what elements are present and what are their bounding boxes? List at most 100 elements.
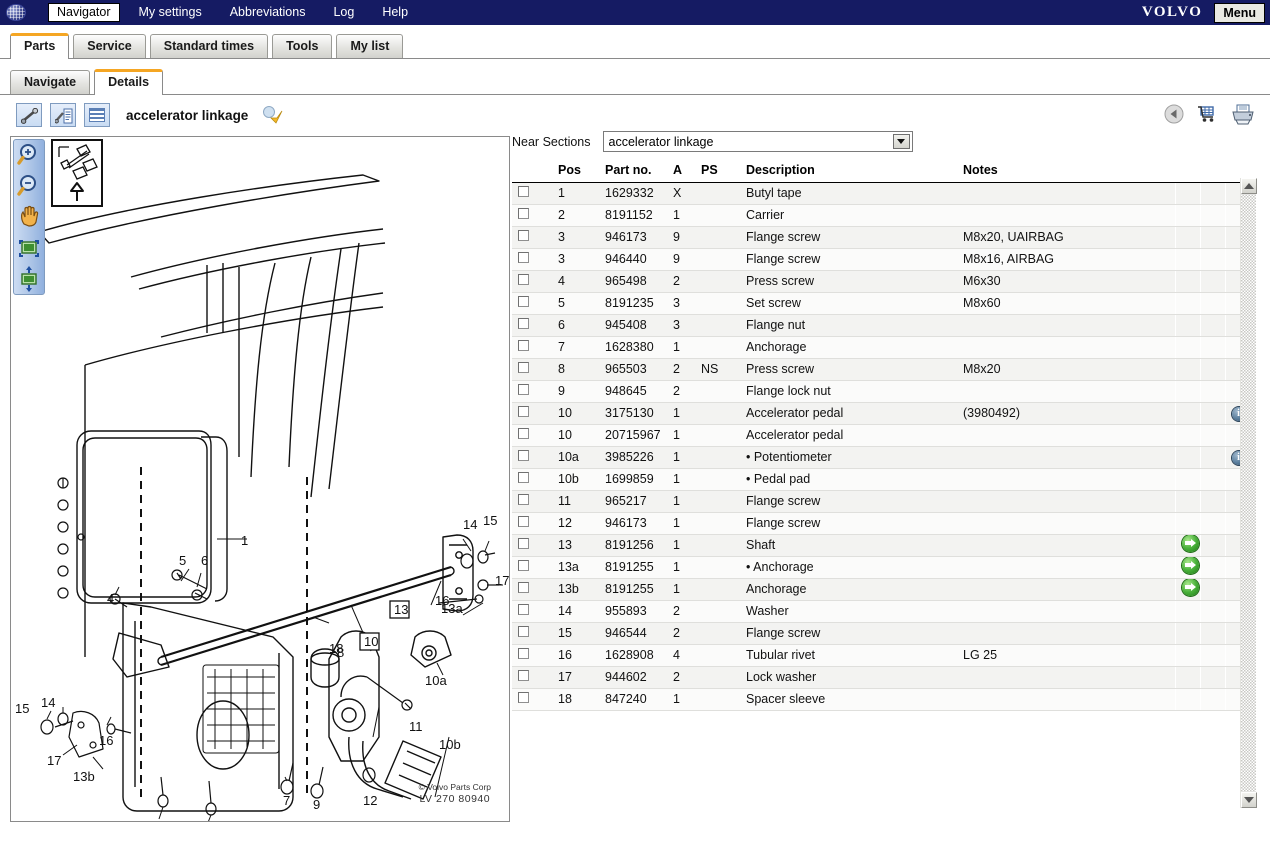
cell-part-no[interactable]: 8191255 bbox=[599, 556, 667, 579]
fit-page-icon[interactable] bbox=[14, 264, 44, 295]
row-checkbox[interactable] bbox=[518, 538, 529, 549]
th-ps[interactable]: PS bbox=[695, 160, 740, 183]
table-row[interactable]: 13b 8191255 1 Anchorage bbox=[512, 578, 1250, 601]
green-arrow-icon[interactable] bbox=[1181, 579, 1199, 596]
cell-part-no[interactable]: 1699859 bbox=[599, 468, 667, 491]
table-row[interactable]: 8 965503 2 NS Press screw M8x20 bbox=[512, 358, 1250, 381]
row-checkbox[interactable] bbox=[518, 626, 529, 637]
fit-width-icon[interactable] bbox=[14, 233, 44, 264]
th-part-no[interactable]: Part no. bbox=[599, 160, 667, 183]
row-checkbox-cell[interactable] bbox=[512, 402, 552, 425]
row-checkbox[interactable] bbox=[518, 582, 529, 593]
row-checkbox-cell[interactable] bbox=[512, 204, 552, 227]
cell-part-no[interactable]: 1628380 bbox=[599, 336, 667, 359]
row-checkbox-cell[interactable] bbox=[512, 622, 552, 645]
cell-part-no[interactable]: 8191255 bbox=[599, 578, 667, 601]
menu-item-navigator[interactable]: Navigator bbox=[48, 3, 120, 22]
row-checkbox[interactable] bbox=[518, 604, 529, 615]
pan-hand-icon[interactable] bbox=[14, 202, 44, 233]
row-checkbox-cell[interactable] bbox=[512, 380, 552, 403]
row-checkbox-cell[interactable] bbox=[512, 182, 552, 205]
table-row[interactable]: 9 948645 2 Flange lock nut bbox=[512, 380, 1250, 403]
cell-part-no[interactable]: 946173 bbox=[599, 226, 667, 249]
row-checkbox-cell[interactable] bbox=[512, 578, 552, 601]
row-checkbox[interactable] bbox=[518, 648, 529, 659]
cell-part-no[interactable]: 946173 bbox=[599, 512, 667, 535]
cell-part-no[interactable]: 8191235 bbox=[599, 292, 667, 315]
row-checkbox-cell[interactable] bbox=[512, 314, 552, 337]
green-arrow-icon[interactable] bbox=[1181, 557, 1199, 574]
row-checkbox[interactable] bbox=[518, 208, 529, 219]
row-checkbox[interactable] bbox=[518, 296, 529, 307]
green-arrow-icon[interactable] bbox=[1181, 535, 1199, 552]
cell-part-no[interactable]: 944602 bbox=[599, 666, 667, 689]
table-row[interactable]: 10 3175130 1 Accelerator pedal (3980492) i bbox=[512, 402, 1250, 425]
row-checkbox-cell[interactable] bbox=[512, 336, 552, 359]
scroll-down-icon[interactable] bbox=[1241, 792, 1257, 808]
cell-part-no[interactable]: 946440 bbox=[599, 248, 667, 271]
table-row[interactable]: 10b 1699859 1 • Pedal pad bbox=[512, 468, 1250, 491]
th-a[interactable]: A bbox=[667, 160, 695, 183]
row-checkbox-cell[interactable] bbox=[512, 292, 552, 315]
zoom-in-icon[interactable] bbox=[14, 140, 44, 171]
highlight-marker-icon[interactable] bbox=[262, 105, 284, 125]
tab-navigate[interactable]: Navigate bbox=[10, 70, 91, 94]
cell-part-no[interactable]: 965217 bbox=[599, 490, 667, 513]
row-checkbox[interactable] bbox=[518, 450, 529, 461]
chevron-down-icon[interactable] bbox=[892, 134, 910, 149]
table-row[interactable]: 3 946173 9 Flange screw M8x20, UAIRBAG bbox=[512, 226, 1250, 249]
row-checkbox[interactable] bbox=[518, 516, 529, 527]
cell-link-action[interactable] bbox=[1174, 578, 1200, 601]
row-checkbox-cell[interactable] bbox=[512, 226, 552, 249]
cell-part-no[interactable]: 955893 bbox=[599, 600, 667, 623]
row-checkbox-cell[interactable] bbox=[512, 512, 552, 535]
table-row[interactable]: 3 946440 9 Flange screw M8x16, AIRBAG bbox=[512, 248, 1250, 271]
parts-table-container[interactable]: Pos Part no. A PS Description Notes 1 162… bbox=[512, 160, 1256, 808]
row-checkbox[interactable] bbox=[518, 340, 529, 351]
row-checkbox[interactable] bbox=[518, 472, 529, 483]
back-arrow-icon[interactable] bbox=[1164, 104, 1184, 127]
table-row[interactable]: 15 946544 2 Flange screw bbox=[512, 622, 1250, 645]
table-row[interactable]: 5 8191235 3 Set screw M8x60 bbox=[512, 292, 1250, 315]
row-checkbox-cell[interactable] bbox=[512, 446, 552, 469]
cell-part-no[interactable]: 945408 bbox=[599, 314, 667, 337]
table-row[interactable]: 12 946173 1 Flange screw bbox=[512, 512, 1250, 535]
table-row[interactable]: 10 20715967 1 Accelerator pedal bbox=[512, 424, 1250, 447]
near-sections-select[interactable]: accelerator linkage bbox=[602, 131, 913, 152]
row-checkbox[interactable] bbox=[518, 318, 529, 329]
row-checkbox[interactable] bbox=[518, 230, 529, 241]
cell-part-no[interactable]: 946544 bbox=[599, 622, 667, 645]
row-checkbox[interactable] bbox=[518, 384, 529, 395]
shopping-cart-icon[interactable] bbox=[1196, 104, 1218, 127]
cell-part-no[interactable]: 847240 bbox=[599, 688, 667, 711]
tab-service[interactable]: Service bbox=[73, 34, 146, 58]
menu-item-log[interactable]: Log bbox=[324, 3, 363, 22]
table-row[interactable]: 11 965217 1 Flange screw bbox=[512, 490, 1250, 513]
cell-part-no[interactable]: 3175130 bbox=[599, 402, 667, 425]
bolt-document-icon[interactable] bbox=[50, 103, 76, 127]
table-row[interactable]: 13 8191256 1 Shaft bbox=[512, 534, 1250, 557]
menu-button[interactable]: Menu bbox=[1214, 2, 1265, 23]
table-row[interactable]: 7 1628380 1 Anchorage bbox=[512, 336, 1250, 359]
cell-part-no[interactable]: 1629332 bbox=[599, 182, 667, 205]
table-row[interactable]: 4 965498 2 Press screw M6x30 bbox=[512, 270, 1250, 293]
row-checkbox-cell[interactable] bbox=[512, 644, 552, 667]
menu-item-help[interactable]: Help bbox=[373, 3, 417, 22]
table-row[interactable]: 1 1629332 X Butyl tape bbox=[512, 182, 1250, 205]
row-checkbox[interactable] bbox=[518, 428, 529, 439]
row-checkbox-cell[interactable] bbox=[512, 666, 552, 689]
printer-icon[interactable] bbox=[1230, 103, 1256, 128]
row-checkbox-cell[interactable] bbox=[512, 358, 552, 381]
th-pos[interactable]: Pos bbox=[552, 160, 599, 183]
parts-diagram-panel[interactable]: 1 2 3 4 5 6 7 8 9 10a 10b 11 12 13a 13b … bbox=[10, 136, 510, 822]
table-row[interactable]: 17 944602 2 Lock washer bbox=[512, 666, 1250, 689]
cell-link-action[interactable] bbox=[1174, 534, 1200, 557]
tab-parts[interactable]: Parts bbox=[10, 33, 70, 59]
row-checkbox-cell[interactable] bbox=[512, 534, 552, 557]
row-checkbox[interactable] bbox=[518, 186, 529, 197]
table-vertical-scrollbar[interactable] bbox=[1240, 178, 1257, 808]
table-row[interactable]: 2 8191152 1 Carrier bbox=[512, 204, 1250, 227]
tab-my-list[interactable]: My list bbox=[336, 34, 404, 58]
th-notes[interactable]: Notes bbox=[957, 160, 1175, 183]
th-description[interactable]: Description bbox=[740, 160, 957, 183]
